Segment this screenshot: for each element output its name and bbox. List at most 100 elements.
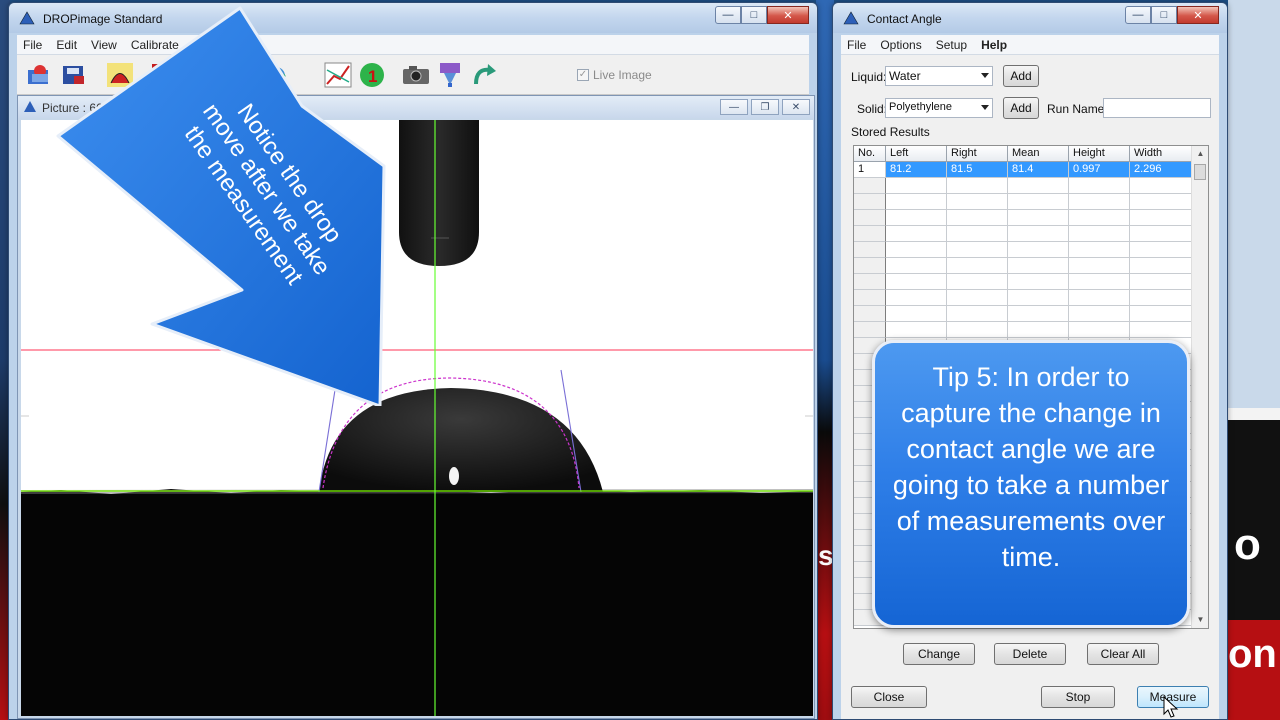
column-header-mean[interactable]: Mean — [1008, 146, 1069, 162]
table-cell-empty[interactable] — [886, 274, 947, 290]
table-cell-empty[interactable] — [886, 258, 947, 274]
table-cell-empty[interactable] — [947, 290, 1008, 306]
table-row-empty[interactable] — [854, 226, 1192, 242]
table-cell-empty[interactable] — [1069, 242, 1130, 258]
table-cell-empty[interactable] — [947, 258, 1008, 274]
table-cell-empty[interactable] — [886, 322, 947, 338]
table-cell-empty[interactable] — [886, 210, 947, 226]
table-cell-empty[interactable] — [947, 194, 1008, 210]
table-cell-empty[interactable] — [886, 226, 947, 242]
table-cell-empty[interactable] — [854, 226, 886, 242]
column-header-height[interactable]: Height — [1069, 146, 1130, 162]
cell-left[interactable]: 81.2 — [886, 162, 947, 178]
menu-help[interactable]: Help — [981, 38, 1007, 52]
minimize-button[interactable]: — — [715, 6, 741, 24]
table-cell-empty[interactable] — [1008, 194, 1069, 210]
table-cell-empty[interactable] — [1069, 210, 1130, 226]
table-cell-empty[interactable] — [1130, 290, 1192, 306]
table-cell-empty[interactable] — [1130, 306, 1192, 322]
dispenser-icon[interactable] — [435, 61, 465, 89]
maximize-button[interactable]: □ — [741, 6, 767, 24]
table-row-empty[interactable] — [854, 306, 1192, 322]
table-cell-empty[interactable] — [1008, 274, 1069, 290]
picture-restore-button[interactable]: ❐ — [751, 99, 779, 115]
table-row-empty[interactable] — [854, 242, 1192, 258]
live-image-checkbox[interactable]: ✓ Live Image — [577, 68, 652, 82]
table-cell-empty[interactable] — [886, 242, 947, 258]
table-cell-empty[interactable] — [1069, 322, 1130, 338]
delete-button[interactable]: Delete — [994, 643, 1066, 665]
table-cell-empty[interactable] — [1069, 306, 1130, 322]
cell-no[interactable]: 1 — [854, 162, 886, 178]
table-row-empty[interactable] — [854, 290, 1192, 306]
table-row-empty[interactable] — [854, 178, 1192, 194]
table-cell-empty[interactable] — [1069, 290, 1130, 306]
table-cell-empty[interactable] — [947, 306, 1008, 322]
table-cell-empty[interactable] — [1130, 194, 1192, 210]
table-cell-empty[interactable] — [1069, 258, 1130, 274]
scroll-down-icon[interactable]: ▼ — [1192, 612, 1208, 628]
table-cell-empty[interactable] — [1130, 226, 1192, 242]
table-cell-empty[interactable] — [947, 322, 1008, 338]
liquid-dropdown[interactable]: Water — [885, 66, 993, 86]
table-cell-empty[interactable] — [886, 178, 947, 194]
picture-minimize-button[interactable]: — — [720, 99, 748, 115]
table-cell-empty[interactable] — [1130, 258, 1192, 274]
table-cell-empty[interactable] — [1130, 178, 1192, 194]
contact-angle-titlebar[interactable]: Contact Angle — □ ✕ — [833, 3, 1227, 33]
table-cell-empty[interactable] — [1069, 274, 1130, 290]
camera-icon[interactable] — [401, 61, 431, 89]
add-liquid-button[interactable]: Add — [1003, 65, 1039, 87]
add-solid-button[interactable]: Add — [1003, 97, 1039, 119]
table-cell-empty[interactable] — [1069, 194, 1130, 210]
cell-mean[interactable]: 81.4 — [1008, 162, 1069, 178]
table-row-empty[interactable] — [854, 194, 1192, 210]
close-button[interactable]: ✕ — [767, 6, 809, 24]
table-row-empty[interactable] — [854, 322, 1192, 338]
table-cell-empty[interactable] — [854, 322, 886, 338]
minimize-button[interactable]: — — [1125, 6, 1151, 24]
cell-right[interactable]: 81.5 — [947, 162, 1008, 178]
table-cell-empty[interactable] — [854, 210, 886, 226]
table-cell-empty[interactable] — [886, 290, 947, 306]
table-cell-empty[interactable] — [886, 306, 947, 322]
table-row-empty[interactable] — [854, 274, 1192, 290]
maximize-button[interactable]: □ — [1151, 6, 1177, 24]
menu-options[interactable]: Options — [880, 38, 921, 52]
table-cell-empty[interactable] — [1130, 274, 1192, 290]
table-cell-empty[interactable] — [1008, 322, 1069, 338]
scroll-up-icon[interactable]: ▲ — [1192, 146, 1208, 162]
table-row-empty[interactable] — [854, 210, 1192, 226]
table-cell-empty[interactable] — [854, 306, 886, 322]
table-cell-empty[interactable] — [854, 242, 886, 258]
checkbox-box[interactable]: ✓ — [577, 69, 589, 81]
table-cell-empty[interactable] — [1069, 226, 1130, 242]
table-cell-empty[interactable] — [1130, 210, 1192, 226]
table-cell-empty[interactable] — [947, 178, 1008, 194]
table-cell-empty[interactable] — [1130, 242, 1192, 258]
table-cell-empty[interactable] — [854, 290, 886, 306]
stop-button[interactable]: Stop — [1041, 686, 1115, 708]
close-window-button[interactable]: Close — [851, 686, 927, 708]
table-cell-empty[interactable] — [854, 258, 886, 274]
cell-width[interactable]: 2.296 — [1130, 162, 1192, 178]
table-cell-empty[interactable] — [947, 210, 1008, 226]
table-scrollbar[interactable]: ▲ ▼ — [1191, 146, 1208, 628]
menu-file[interactable]: File — [847, 38, 866, 52]
table-cell-empty[interactable] — [1008, 178, 1069, 194]
refresh-arrow-icon[interactable] — [469, 61, 499, 89]
table-cell-empty[interactable] — [1008, 306, 1069, 322]
table-cell-empty[interactable] — [1130, 322, 1192, 338]
table-cell-empty[interactable] — [947, 226, 1008, 242]
table-cell-empty[interactable] — [1008, 290, 1069, 306]
open-icon[interactable] — [25, 61, 55, 89]
column-header-right[interactable]: Right — [947, 146, 1008, 162]
column-header-no[interactable]: No. — [854, 146, 886, 162]
column-header-width[interactable]: Width — [1130, 146, 1192, 162]
run-name-input[interactable] — [1103, 98, 1211, 118]
table-row[interactable]: 1 81.2 81.5 81.4 0.997 2.296 — [854, 162, 1192, 178]
table-cell-empty[interactable] — [1008, 258, 1069, 274]
picture-close-button[interactable]: ✕ — [782, 99, 810, 115]
solid-dropdown[interactable]: Polyethylene — [885, 98, 993, 118]
menu-setup[interactable]: Setup — [936, 38, 967, 52]
